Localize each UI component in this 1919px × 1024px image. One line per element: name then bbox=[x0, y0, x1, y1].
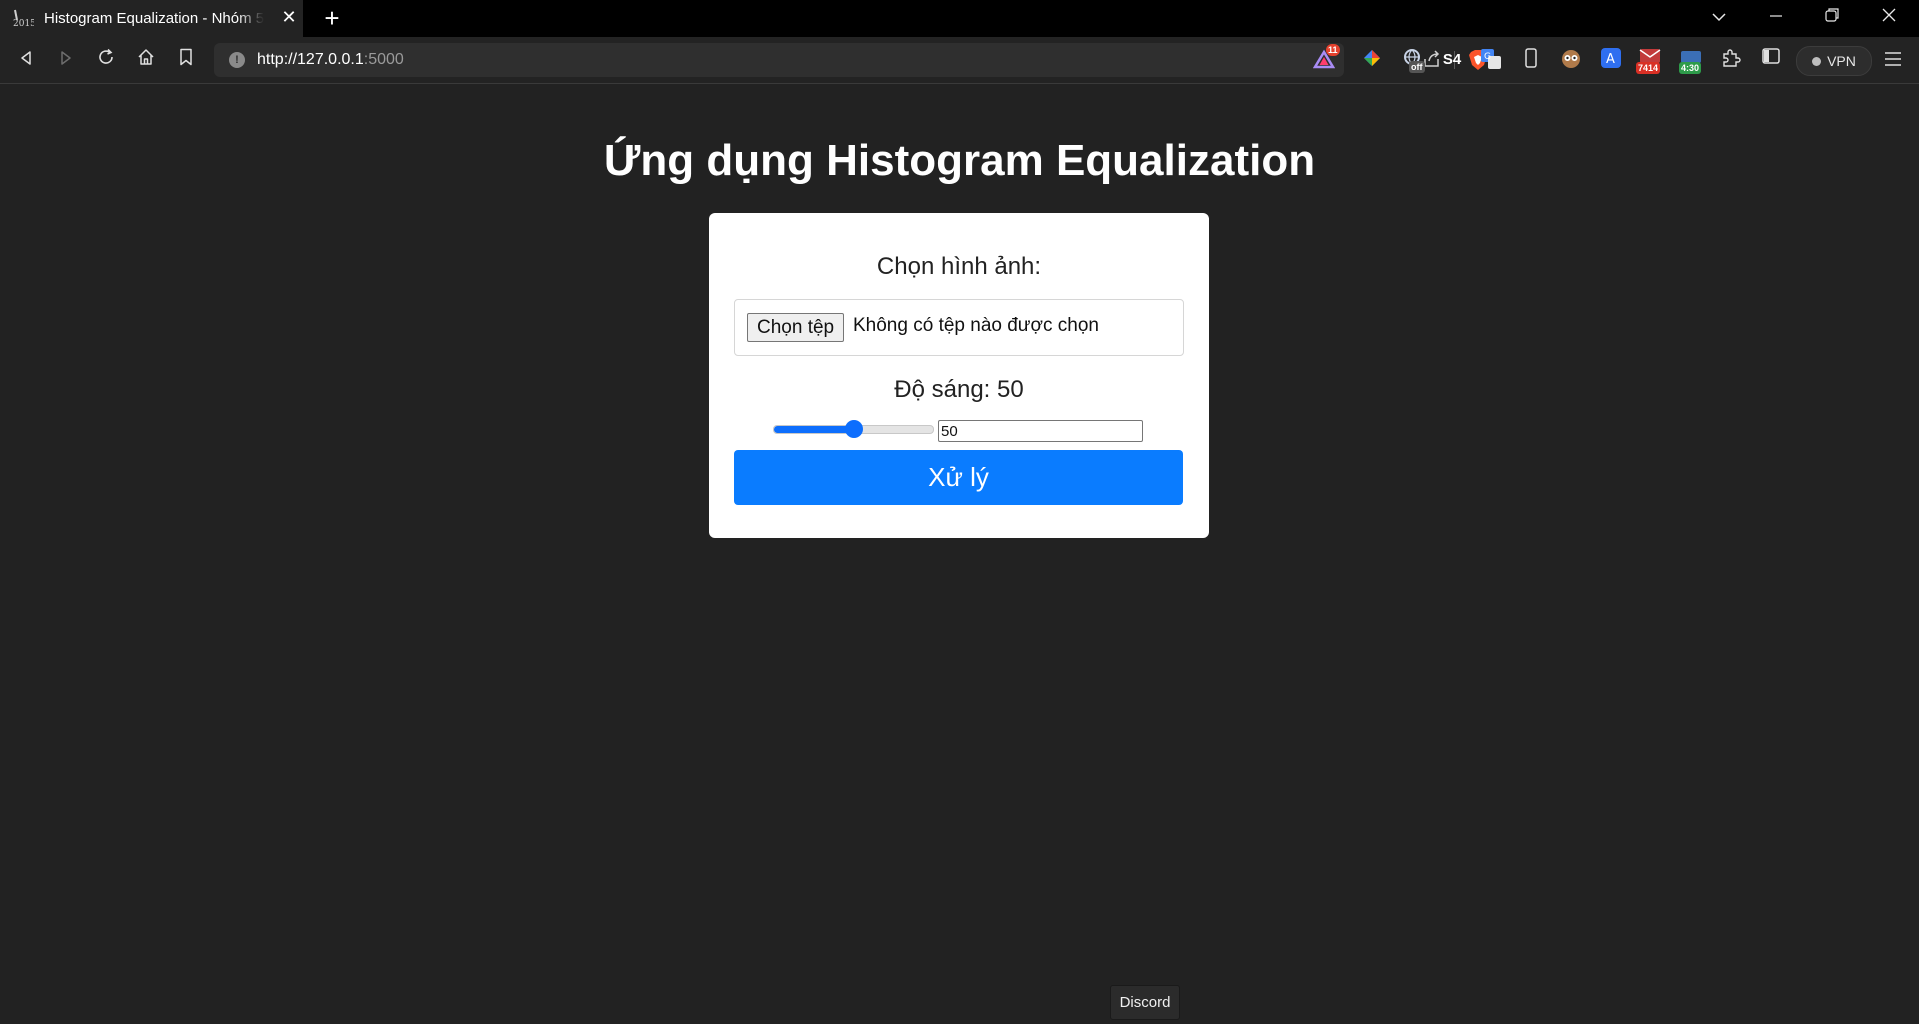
brightness-label: Độ sáng: 50 bbox=[894, 376, 1024, 403]
owl-extension-icon[interactable] bbox=[1559, 48, 1583, 72]
font-extension-icon[interactable]: A bbox=[1599, 48, 1623, 72]
extensions-puzzle-icon[interactable] bbox=[1719, 48, 1743, 72]
brightness-number-input[interactable]: 50 bbox=[938, 420, 1143, 442]
upload-form-card: Chọn hình ảnh: Chọn tệp Không có tệp nào… bbox=[709, 213, 1209, 538]
discord-tooltip: Discord bbox=[1110, 985, 1180, 1020]
notification-badge: 11 bbox=[1326, 44, 1340, 56]
sidebar-toggle-icon[interactable] bbox=[1759, 48, 1783, 72]
close-tab-icon[interactable]: ✕ bbox=[279, 7, 299, 27]
color-picker-extension-icon[interactable] bbox=[1360, 48, 1384, 72]
url-host: http://127.0.0.1 bbox=[257, 51, 364, 68]
vpn-button[interactable]: VPN bbox=[1796, 46, 1872, 76]
new-tab-button[interactable]: + bbox=[320, 5, 344, 31]
svg-text:A: A bbox=[1606, 52, 1615, 67]
process-button[interactable]: Xử lý bbox=[734, 450, 1183, 505]
favicon-text: 2015 bbox=[13, 19, 34, 29]
file-input-label: Chọn hình ảnh: bbox=[876, 253, 1042, 280]
url-port: :5000 bbox=[363, 51, 404, 68]
translate-extension-icon[interactable]: G bbox=[1479, 48, 1503, 72]
tab-list-chevron-down-icon[interactable] bbox=[1699, 4, 1739, 32]
file-input[interactable]: Chọn tệp Không có tệp nào được chọn bbox=[734, 299, 1184, 356]
back-icon[interactable] bbox=[12, 46, 40, 74]
brightness-slider[interactable] bbox=[773, 420, 934, 438]
vpn-label: VPN bbox=[1827, 53, 1856, 69]
address-bar[interactable]: ! http://127.0.0.1:5000 bbox=[214, 43, 1487, 77]
site-favicon-icon: 2015 bbox=[12, 8, 36, 30]
tab-strip: 2015 Histogram Equalization - Nhóm 5 ✕ + bbox=[0, 0, 1919, 37]
timer-badge: 4:30 bbox=[1679, 62, 1702, 74]
file-status-text: Không có tệp nào được chọn bbox=[853, 315, 1099, 336]
home-icon[interactable] bbox=[132, 46, 160, 74]
bookmark-icon[interactable] bbox=[172, 46, 200, 74]
mail-badge: 7414 bbox=[1636, 62, 1661, 74]
svg-text:G: G bbox=[1484, 52, 1491, 62]
restore-window-icon[interactable] bbox=[1812, 4, 1852, 32]
choose-file-button[interactable]: Chọn tệp bbox=[747, 313, 845, 342]
brightness-slider-thumb[interactable] bbox=[844, 420, 863, 438]
phone-extension-icon[interactable] bbox=[1519, 48, 1543, 72]
tab-title: Histogram Equalization - Nhóm 5 bbox=[44, 10, 264, 27]
minimize-window-icon[interactable] bbox=[1756, 4, 1796, 32]
timer-extension-icon[interactable]: 4:30 bbox=[1679, 48, 1703, 74]
close-window-icon[interactable] bbox=[1869, 4, 1909, 32]
mail-extension-icon[interactable]: 7414 bbox=[1636, 48, 1662, 74]
vpn-status-icon bbox=[1812, 57, 1822, 66]
forward-icon[interactable] bbox=[52, 46, 80, 74]
s4-extension-icon[interactable]: S4 bbox=[1440, 48, 1464, 72]
page-title: Ứng dụng Histogram Equalization bbox=[603, 136, 1316, 185]
reload-icon[interactable] bbox=[92, 46, 120, 74]
proxy-off-extension-icon[interactable]: off bbox=[1401, 48, 1425, 73]
off-badge: off bbox=[1409, 61, 1425, 73]
rewards-triangle-icon[interactable]: 11 bbox=[1312, 44, 1340, 72]
browser-tab[interactable]: 2015 Histogram Equalization - Nhóm 5 ✕ bbox=[0, 0, 303, 37]
site-info-icon[interactable]: ! bbox=[229, 52, 245, 68]
browser-toolbar: ! http://127.0.0.1:5000 11 off S4 G A 74… bbox=[0, 37, 1919, 84]
hamburger-menu-icon[interactable] bbox=[1880, 48, 1906, 72]
brightness-slider-fill bbox=[774, 426, 854, 433]
url-text: http://127.0.0.1:5000 bbox=[257, 51, 404, 69]
